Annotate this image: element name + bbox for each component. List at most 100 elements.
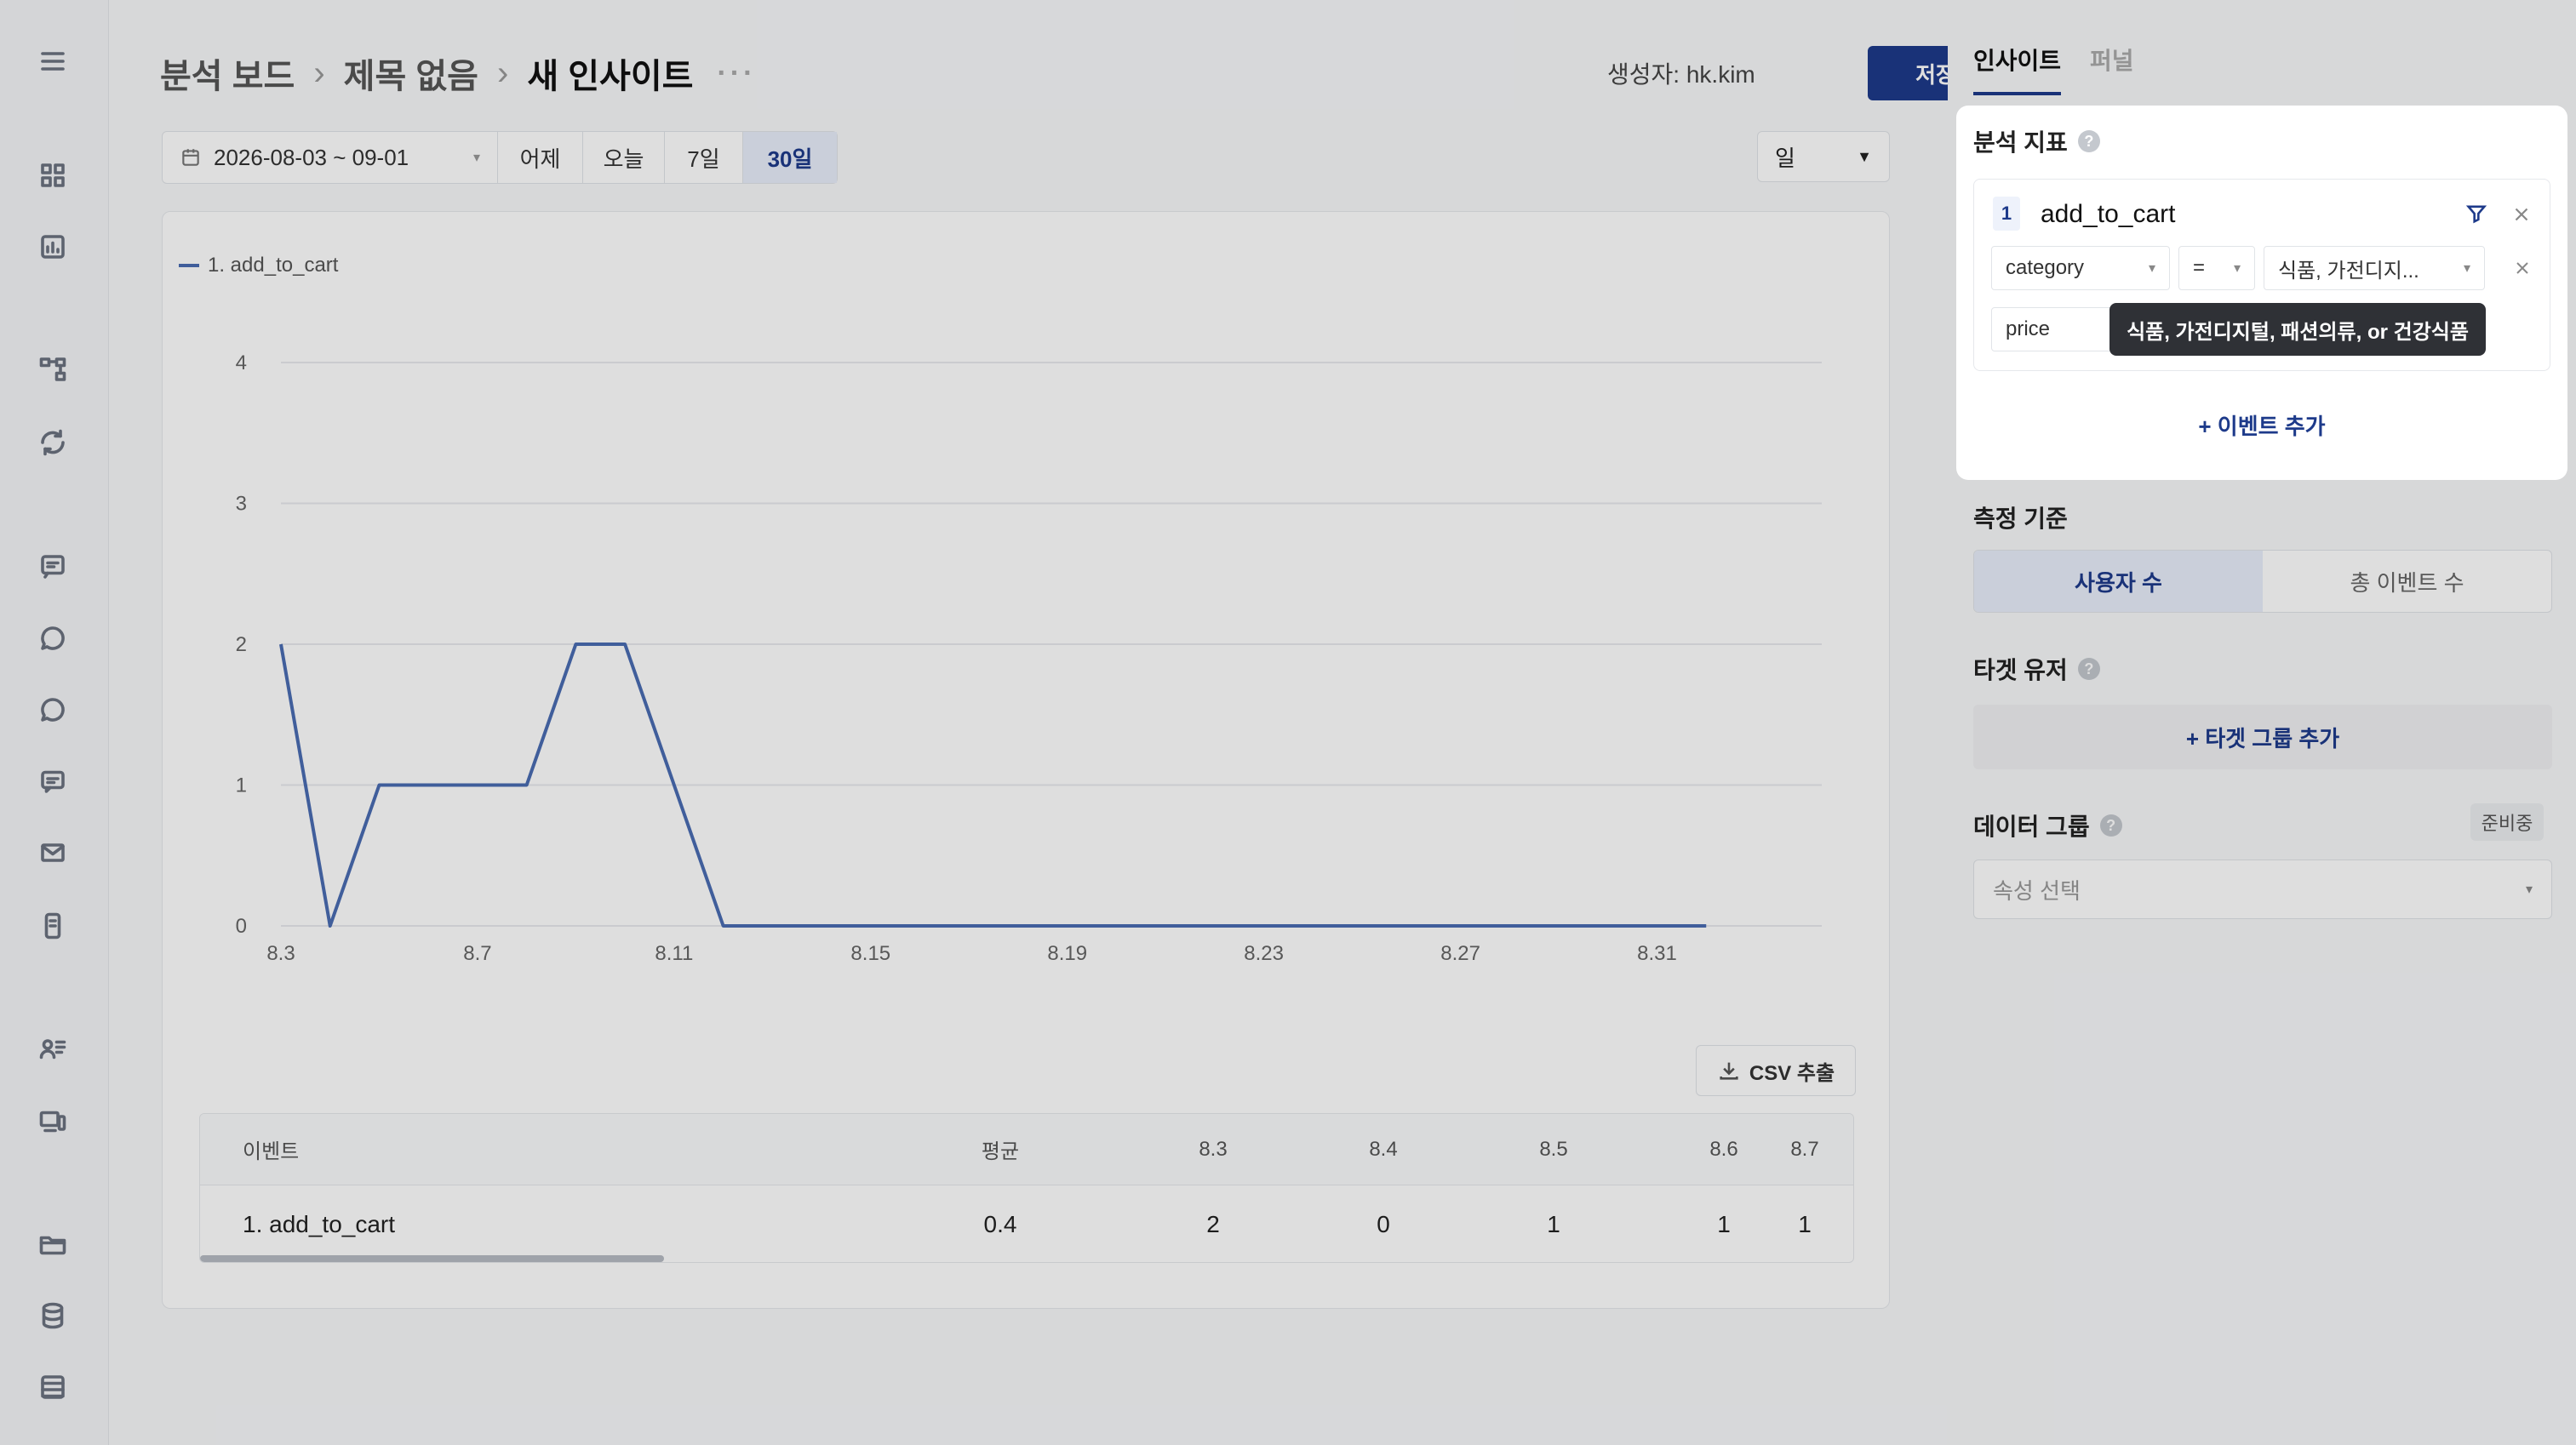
breadcrumb-item-untitled[interactable]: 제목 없음 bbox=[344, 49, 478, 98]
col-header-date: 8.5 bbox=[1539, 1137, 1568, 1161]
filter-operator-select[interactable]: = ▾ bbox=[2178, 246, 2255, 290]
chevron-right-icon: › bbox=[496, 54, 509, 92]
breadcrumb-item-board[interactable]: 분석 보드 bbox=[160, 49, 295, 98]
filter-property-select[interactable]: category ▾ bbox=[1991, 246, 2170, 290]
dashboard-icon[interactable] bbox=[34, 157, 72, 194]
target-section-title: 타겟 유저 ? bbox=[1973, 652, 2100, 686]
panel-tabs: 인사이트 퍼널 bbox=[1973, 43, 2134, 95]
event-index: 1 bbox=[1993, 197, 2020, 231]
measure-option-users[interactable]: 사용자 수 bbox=[1974, 551, 2263, 612]
y-tick-label: 4 bbox=[236, 351, 247, 374]
tab-funnel[interactable]: 퍼널 bbox=[2090, 43, 2134, 95]
x-tick-label: 8.27 bbox=[1440, 942, 1480, 965]
col-header-avg: 평균 bbox=[981, 1140, 1020, 1163]
measure-title: 측정 기준 bbox=[1973, 505, 2068, 532]
caret-down-icon: ▼ bbox=[1857, 147, 1872, 165]
creator-info: 생성자: hk.kim bbox=[1607, 56, 1755, 90]
measure-option-total-events[interactable]: 총 이벤트 수 bbox=[2263, 551, 2551, 612]
breadcrumb: 분석 보드 › 제목 없음 › 새 인사이트 ··· bbox=[160, 49, 756, 97]
table-row[interactable]: 1. add_to_cart 0.4 2 0 1 1 1 bbox=[200, 1185, 1853, 1262]
line-chart: 0 1 2 3 4 8.3 8.7 8.11 8.15 8.19 8.23 8.27 8.31 bbox=[236, 351, 1822, 965]
filter-property-value: category bbox=[2006, 256, 2085, 279]
table-icon[interactable] bbox=[34, 1368, 72, 1406]
creator-label: 생성자: bbox=[1607, 61, 1680, 88]
help-icon[interactable]: ? bbox=[2077, 658, 2100, 680]
measure-section-title: 측정 기준 bbox=[1973, 500, 2068, 534]
database-icon[interactable] bbox=[34, 1297, 72, 1334]
funnel-flow-icon[interactable] bbox=[34, 351, 72, 388]
report-icon[interactable] bbox=[34, 228, 72, 266]
filter-operator-value: = bbox=[2193, 256, 2206, 279]
row-value: 1 bbox=[1798, 1211, 1812, 1237]
chat-icon[interactable] bbox=[34, 620, 72, 657]
quick-range-30d[interactable]: 30일 bbox=[743, 132, 837, 183]
col-header-date: 8.3 bbox=[1199, 1137, 1228, 1161]
chevron-down-icon: ▾ bbox=[2463, 261, 2470, 276]
menu-icon[interactable] bbox=[34, 43, 72, 80]
chat-bubble-icon[interactable] bbox=[34, 691, 72, 728]
y-tick-label: 0 bbox=[236, 915, 247, 938]
date-range-picker[interactable]: 2026-08-03 ~ 09-01 ▾ bbox=[163, 132, 498, 183]
row-value: 0 bbox=[1377, 1211, 1390, 1237]
remove-filter-icon[interactable] bbox=[2512, 258, 2533, 278]
mobile-icon[interactable] bbox=[34, 907, 72, 945]
attribute-select[interactable]: 속성 선택 ▾ bbox=[1973, 860, 2552, 919]
message-board-icon[interactable] bbox=[34, 548, 72, 585]
y-tick-label: 1 bbox=[236, 774, 247, 797]
date-range-bar: 2026-08-03 ~ 09-01 ▾ 어제 오늘 7일 30일 bbox=[162, 131, 838, 184]
quick-range-yesterday[interactable]: 어제 bbox=[498, 132, 583, 183]
calendar-icon bbox=[182, 149, 199, 166]
legend-label: 1. add_to_cart bbox=[208, 254, 339, 277]
horizontal-scrollbar[interactable] bbox=[200, 1255, 664, 1262]
page-title: 새 인사이트 bbox=[527, 58, 694, 95]
metric-section: 분석 지표 ? 1 add_to_cart category ▾ = ▾ 식품,… bbox=[1956, 106, 2567, 480]
metric-section-title: 분석 지표 ? bbox=[1973, 124, 2100, 158]
col-header-date: 8.7 bbox=[1790, 1137, 1819, 1161]
datagroup-section-title: 데이터 그룹 ? bbox=[1973, 808, 2122, 842]
x-tick-label: 8.19 bbox=[1047, 942, 1087, 965]
more-options-icon[interactable]: ··· bbox=[717, 57, 756, 90]
x-tick-label: 8.7 bbox=[463, 942, 491, 965]
x-tick-label: 8.15 bbox=[850, 942, 890, 965]
chevron-down-icon: ▾ bbox=[2525, 882, 2533, 897]
coming-soon-badge: 준비중 bbox=[2470, 803, 2544, 841]
x-tick-label: 8.31 bbox=[1637, 942, 1677, 965]
quick-range-today[interactable]: 오늘 bbox=[583, 132, 665, 183]
attribute-select-placeholder: 속성 선택 bbox=[1993, 877, 2081, 904]
row-event-name: 1. add_to_cart bbox=[243, 1211, 396, 1237]
tab-insight[interactable]: 인사이트 bbox=[1973, 43, 2062, 95]
legend-line-swatch bbox=[179, 264, 199, 267]
col-header-date: 8.4 bbox=[1369, 1137, 1398, 1161]
add-event-button[interactable]: + 이벤트 추가 bbox=[1973, 395, 2550, 454]
filter-value-select[interactable]: 식품, 가전디지... ▾ bbox=[2264, 246, 2485, 290]
user-list-icon[interactable] bbox=[34, 1030, 72, 1067]
data-table: 이벤트 평균 8.3 8.4 8.5 8.6 8.7 1. add_to_car… bbox=[199, 1113, 1854, 1263]
mail-icon[interactable] bbox=[34, 834, 72, 871]
filter-property-value: price bbox=[2006, 317, 2051, 340]
event-name[interactable]: add_to_cart bbox=[2041, 200, 2175, 229]
folder-icon[interactable] bbox=[34, 1225, 72, 1263]
help-icon[interactable]: ? bbox=[2077, 130, 2100, 152]
row-avg: 0.4 bbox=[983, 1211, 1017, 1237]
csv-export-button[interactable]: CSV 추출 bbox=[1696, 1045, 1856, 1096]
close-icon[interactable] bbox=[2510, 203, 2533, 226]
chevron-down-icon: ▾ bbox=[2148, 261, 2155, 276]
csv-export-label: CSV 추출 bbox=[1749, 1061, 1835, 1085]
filter-value-text: 식품, 가전디지... bbox=[2278, 259, 2419, 283]
filter-icon[interactable] bbox=[2464, 202, 2488, 226]
refresh-icon[interactable] bbox=[34, 424, 72, 461]
x-tick-label: 8.11 bbox=[655, 942, 693, 965]
metric-title: 분석 지표 bbox=[1973, 129, 2068, 156]
devices-icon[interactable] bbox=[34, 1103, 72, 1140]
add-target-group-button[interactable]: + 타겟 그룹 추가 bbox=[1973, 705, 2552, 769]
quick-range-7d[interactable]: 7일 bbox=[665, 132, 743, 183]
sms-icon[interactable] bbox=[34, 762, 72, 800]
chevron-down-icon: ▾ bbox=[472, 151, 480, 165]
y-tick-label: 2 bbox=[236, 633, 247, 656]
chevron-down-icon: ▾ bbox=[2233, 261, 2241, 276]
interval-select[interactable]: 일 ▼ bbox=[1757, 131, 1890, 182]
col-header-event: 이벤트 bbox=[243, 1140, 300, 1163]
help-icon[interactable]: ? bbox=[2099, 814, 2122, 837]
col-header-date: 8.6 bbox=[1709, 1137, 1738, 1161]
filter-value-tooltip: 식품, 가전디지털, 패션의류, or 건강식품 bbox=[2109, 303, 2486, 356]
